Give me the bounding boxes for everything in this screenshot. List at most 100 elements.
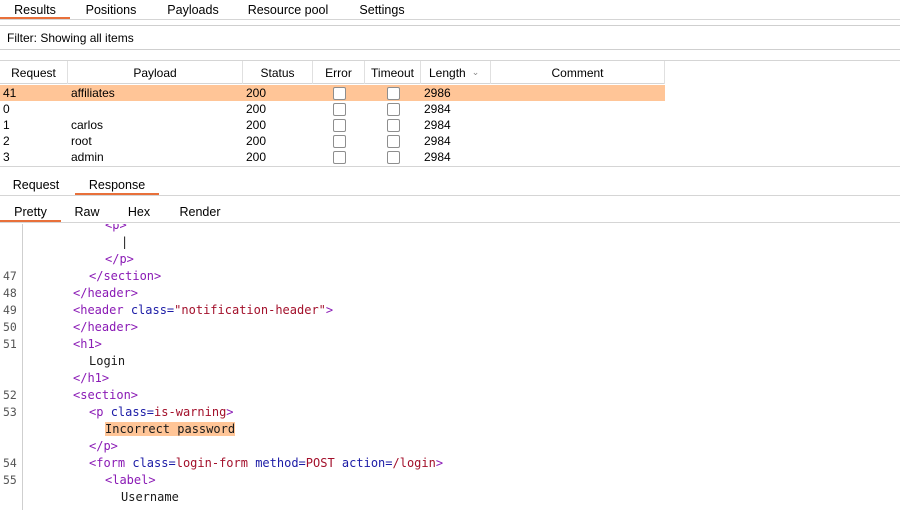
- error-checkbox[interactable]: [332, 118, 346, 132]
- column-header-timeout[interactable]: Timeout: [365, 61, 421, 84]
- tab-pretty[interactable]: Pretty: [0, 201, 61, 222]
- tab-pretty-label: Pretty: [14, 204, 47, 219]
- cell-status: 200: [246, 134, 267, 148]
- column-header-payload-label: Payload: [133, 65, 177, 80]
- cell-payload: admin: [71, 150, 104, 164]
- code-line: <label>: [105, 472, 156, 489]
- line-number: 47: [3, 269, 17, 283]
- line-number: 50: [3, 320, 17, 334]
- code-token: action=: [341, 456, 393, 470]
- cell-payload: root: [71, 134, 92, 148]
- timeout-checkbox[interactable]: [386, 86, 400, 100]
- tab-resource-pool[interactable]: Resource pool: [234, 0, 342, 19]
- cell-status: 200: [246, 118, 267, 132]
- cell-status: 200: [246, 102, 267, 116]
- code-line: Username: [121, 489, 179, 506]
- cell-timeout: [365, 85, 421, 101]
- column-header-timeout-label: Timeout: [371, 65, 414, 80]
- timeout-checkbox[interactable]: [386, 134, 400, 148]
- tab-raw[interactable]: Raw: [61, 201, 113, 222]
- tab-settings[interactable]: Settings: [342, 0, 422, 19]
- column-header-comment[interactable]: Comment: [491, 61, 665, 84]
- code-token: is-warning: [154, 405, 227, 419]
- code-line: <p>: [105, 224, 127, 234]
- code-line: Incorrect password: [105, 421, 236, 438]
- table-row[interactable]: 3 admin 200 2984: [0, 149, 665, 165]
- cell-comment: [491, 133, 665, 149]
- code-line: </header>: [73, 285, 138, 302]
- table-row[interactable]: 41 affiliates 200 2986: [0, 85, 665, 101]
- code-line: <section>: [73, 387, 138, 404]
- table-row[interactable]: 2 root 200 2984: [0, 133, 665, 149]
- column-header-status[interactable]: Status: [243, 61, 313, 84]
- tab-response-label: Response: [88, 178, 146, 192]
- column-header-payload[interactable]: Payload: [68, 61, 243, 84]
- tab-results-label: Results: [14, 2, 56, 17]
- tab-hex[interactable]: Hex: [113, 201, 165, 222]
- code-token: <header: [73, 303, 124, 317]
- tab-results[interactable]: Results: [0, 0, 70, 19]
- timeout-checkbox[interactable]: [386, 102, 400, 116]
- line-number: 48: [3, 286, 17, 300]
- line-number: 52: [3, 388, 17, 402]
- error-checkbox[interactable]: [332, 102, 346, 116]
- column-header-comment-label: Comment: [551, 65, 604, 80]
- filter-bar[interactable]: Filter: Showing all items: [0, 25, 900, 50]
- tab-render[interactable]: Render: [165, 201, 235, 222]
- cell-error: [313, 117, 365, 133]
- error-checkbox[interactable]: [332, 86, 346, 100]
- code-token: >: [435, 456, 444, 470]
- column-header-request[interactable]: Request: [0, 61, 68, 84]
- code-line: |: [121, 234, 128, 251]
- cell-status: 200: [246, 86, 267, 100]
- column-header-request-label: Request: [11, 65, 56, 80]
- response-code-viewer[interactable]: 47 48 49 50 51 52 53 54 55 <p> | </p> </…: [0, 224, 900, 510]
- code-line: <h1>: [73, 336, 102, 353]
- cell-payload: [68, 101, 243, 117]
- code-token: method=: [255, 456, 306, 470]
- tab-request-label: Request: [12, 178, 60, 192]
- tab-positions-label: Positions: [85, 2, 137, 17]
- table-row[interactable]: 0 200 2984: [0, 101, 665, 117]
- column-header-length[interactable]: Length ⌄: [421, 61, 491, 84]
- line-number: 49: [3, 303, 17, 317]
- code-line: </p>: [105, 251, 134, 268]
- timeout-checkbox[interactable]: [386, 150, 400, 164]
- code-token: >: [325, 303, 334, 317]
- code-line: Login: [89, 353, 125, 370]
- cell-payload: carlos: [71, 118, 104, 132]
- cell-length: 2986: [424, 86, 451, 100]
- cell-error: [313, 85, 365, 101]
- line-number: 51: [3, 337, 17, 351]
- cell-status: 200: [246, 150, 267, 164]
- timeout-checkbox[interactable]: [386, 118, 400, 132]
- code-token: </header>: [73, 286, 139, 300]
- code-token: </p>: [105, 252, 134, 266]
- code-token: </section>: [89, 269, 162, 283]
- tab-positions[interactable]: Positions: [70, 0, 152, 19]
- message-tab-bar: Request Response: [0, 175, 900, 196]
- tab-settings-label: Settings: [359, 2, 405, 17]
- table-row[interactable]: 1 carlos 200 2984: [0, 117, 665, 133]
- code-token: <p: [89, 405, 104, 419]
- code-line: <header class="notification-header">: [73, 302, 333, 319]
- tab-request[interactable]: Request: [0, 175, 72, 195]
- column-header-error[interactable]: Error: [313, 61, 365, 84]
- error-checkbox[interactable]: [332, 150, 346, 164]
- sort-chevron-icon: ⌄: [471, 67, 480, 77]
- code-token: class=: [130, 303, 175, 317]
- view-mode-tab-bar: Pretty Raw Hex Render: [0, 201, 900, 223]
- code-token: <label>: [105, 473, 156, 487]
- column-header-length-label: Length: [429, 65, 466, 80]
- cell-length: 2984: [424, 118, 451, 132]
- cell-error: [313, 133, 365, 149]
- tab-raw-label: Raw: [74, 204, 100, 219]
- cell-timeout: [365, 101, 421, 117]
- code-token: <h1>: [73, 337, 102, 351]
- code-token: >: [226, 405, 234, 419]
- tab-resource-pool-label: Resource pool: [247, 2, 329, 17]
- error-checkbox[interactable]: [332, 134, 346, 148]
- cell-length: 2984: [424, 150, 451, 164]
- tab-payloads[interactable]: Payloads: [152, 0, 234, 19]
- tab-response[interactable]: Response: [75, 175, 159, 195]
